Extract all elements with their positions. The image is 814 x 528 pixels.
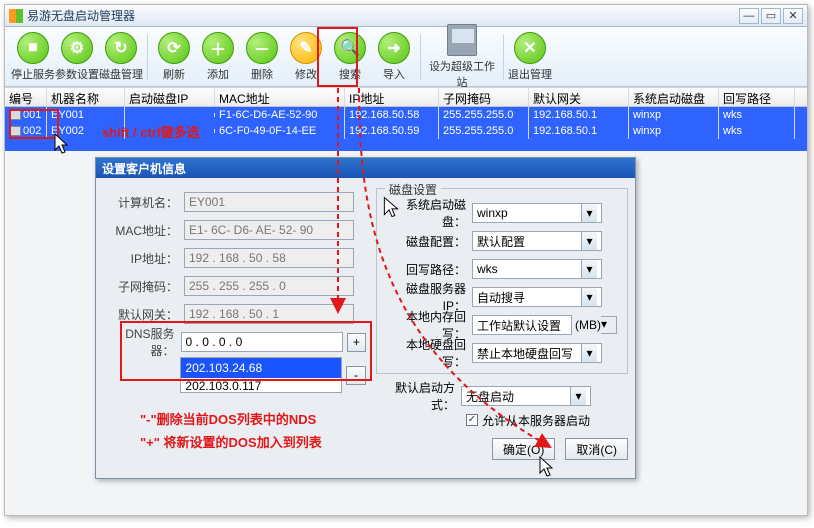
dns-add-button[interactable]: + <box>347 333 366 352</box>
mac-field: E1- 6C- D6- AE- 52- 90 <box>184 220 354 240</box>
right-pane: 磁盘设置 系统启动磁盘：winxp▾ 磁盘配置：默认配置▾ 回写路径：wks▾ … <box>376 188 628 472</box>
ok-button[interactable]: 确定(O) <box>492 438 555 460</box>
toolbar: ■停止服务 ⚙参数设置 ↻磁盘管理 ⟳刷新 ＋添加 －删除 ✎修改 🔍搜索 ➜导… <box>5 27 807 87</box>
delete-button[interactable]: －删除 <box>240 32 284 82</box>
group-caption: 磁盘设置 <box>385 181 441 198</box>
disk-config-select[interactable]: 默认配置▾ <box>472 231 602 251</box>
dns-list-item[interactable]: 202.103.24.68 <box>181 358 341 378</box>
dns-remove-button[interactable]: - <box>346 366 366 385</box>
allow-boot-label: 允许从本服务器启动 <box>482 412 590 429</box>
separator <box>420 34 421 80</box>
dns-list[interactable]: 202.103.24.68 202.103.0.117 <box>180 357 342 393</box>
gw-field: 192 . 168 . 50 . 1 <box>184 304 354 324</box>
col-bootip[interactable]: 启动磁盘IP <box>125 88 215 106</box>
mask-label: 子网掩码： <box>106 278 184 295</box>
pc-icon <box>9 126 21 136</box>
client-grid: 编号 机器名称 启动磁盘IP MAC地址 IP地址 子网掩码 默认网关 系统启动… <box>5 87 807 151</box>
import-button[interactable]: ➜导入 <box>372 32 416 82</box>
chevron-down-icon: ▾ <box>570 387 586 405</box>
col-wp[interactable]: 回写路径 <box>719 88 795 106</box>
col-mac[interactable]: MAC地址 <box>215 88 345 106</box>
pcname-field: EY001 <box>184 192 354 212</box>
grid-spacer <box>5 139 807 151</box>
maximize-button[interactable]: ▭ <box>761 8 781 24</box>
left-pane: 计算机名：EY001 MAC地址：E1- 6C- D6- AE- 52- 90 … <box>106 188 366 472</box>
window-title: 易游无盘启动管理器 <box>27 7 135 24</box>
mask-field: 255 . 255 . 255 . 0 <box>184 276 354 296</box>
server-icon <box>447 24 477 56</box>
add-button[interactable]: ＋添加 <box>196 32 240 82</box>
stop-service-button[interactable]: ■停止服务 <box>11 32 55 82</box>
set-super-ws-button[interactable]: 设为超级工作站 <box>425 24 499 90</box>
dns-input[interactable]: 0 . 0 . 0 . 0 <box>181 332 343 352</box>
pcname-label: 计算机名： <box>106 194 184 211</box>
chevron-down-icon: ▾ <box>581 260 597 278</box>
mac-label: MAC地址： <box>106 222 184 239</box>
chevron-down-icon: ▾ <box>581 232 597 250</box>
dns-label: DNS服务器： <box>106 325 181 359</box>
col-mask[interactable]: 子网掩码 <box>439 88 529 106</box>
close-button[interactable]: ✕ <box>783 8 803 24</box>
boot-mode-select[interactable]: 无盘启动▾ <box>461 386 591 406</box>
table-row[interactable]: 001 EY001 F1-6C-D6-AE-52-90 192.168.50.5… <box>5 107 807 123</box>
edit-button[interactable]: ✎修改 <box>284 32 328 82</box>
ip-field: 192 . 168 . 50 . 58 <box>184 248 354 268</box>
app-icon <box>9 9 23 23</box>
separator <box>147 34 148 80</box>
minimize-button[interactable]: — <box>739 8 759 24</box>
title-bar: 易游无盘启动管理器 — ▭ ✕ <box>5 5 807 27</box>
search-button[interactable]: 🔍搜索 <box>328 32 372 82</box>
gw-label: 默认网关： <box>106 306 184 323</box>
hdd-write-select[interactable]: 禁止本地硬盘回写▾ <box>472 343 602 363</box>
chevron-down-icon: ▾ <box>581 204 597 222</box>
col-gw[interactable]: 默认网关 <box>529 88 629 106</box>
exit-button[interactable]: ✕退出管理 <box>508 32 552 82</box>
cancel-button[interactable]: 取消(C) <box>565 438 628 460</box>
chevron-down-icon: ▾ <box>581 344 597 362</box>
client-info-dialog: 设置客户机信息 计算机名：EY001 MAC地址：E1- 6C- D6- AE-… <box>95 157 636 479</box>
refresh-button[interactable]: ⟳刷新 <box>152 32 196 82</box>
wpath-select[interactable]: wks▾ <box>472 259 602 279</box>
params-button[interactable]: ⚙参数设置 <box>55 32 99 82</box>
pc-icon <box>9 110 21 120</box>
dns-list-item[interactable]: 202.103.0.117 <box>181 378 341 393</box>
chevron-down-icon: ▾ <box>601 316 617 334</box>
col-id[interactable]: 编号 <box>5 88 47 106</box>
col-name[interactable]: 机器名称 <box>47 88 125 106</box>
chevron-down-icon: ▾ <box>581 288 597 306</box>
boot-disk-select[interactable]: winxp▾ <box>472 203 602 223</box>
table-row[interactable]: 002 EY002 6C-F0-49-0F-14-EE 192.168.50.5… <box>5 123 807 139</box>
dialog-title: 设置客户机信息 <box>96 158 635 178</box>
grid-header: 编号 机器名称 启动磁盘IP MAC地址 IP地址 子网掩码 默认网关 系统启动… <box>5 87 807 107</box>
disk-settings-group: 磁盘设置 系统启动磁盘：winxp▾ 磁盘配置：默认配置▾ 回写路径：wks▾ … <box>376 188 628 374</box>
disk-server-select[interactable]: 自动搜寻▾ <box>472 287 602 307</box>
disk-manage-button[interactable]: ↻磁盘管理 <box>99 32 143 82</box>
allow-boot-checkbox[interactable]: ✓ <box>466 414 478 426</box>
separator <box>503 34 504 80</box>
mem-write-select[interactable]: 工作站默认设置 <box>472 315 572 335</box>
col-boot[interactable]: 系统启动磁盘 <box>629 88 719 106</box>
boot-mode-label: 默认启动方式： <box>376 379 461 413</box>
ip-label: IP地址： <box>106 250 184 267</box>
col-ip[interactable]: IP地址 <box>345 88 439 106</box>
